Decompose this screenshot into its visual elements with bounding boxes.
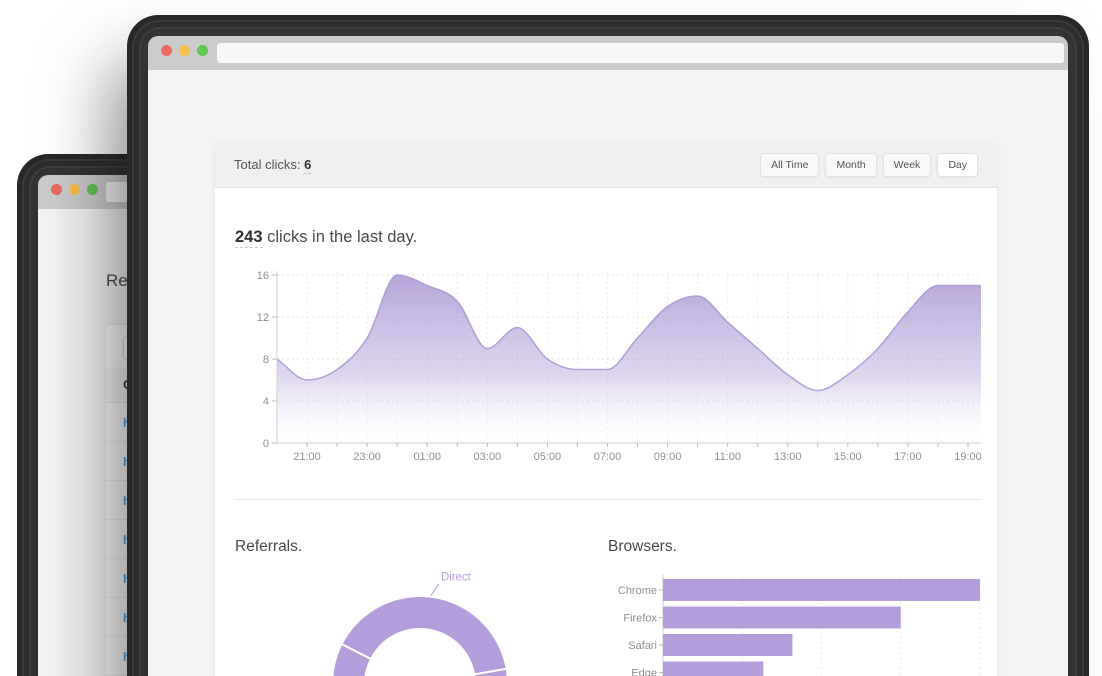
zoom-window-button[interactable]	[87, 184, 98, 195]
referrals-section-title: Referrals.	[235, 538, 302, 556]
section-divider	[235, 499, 981, 500]
total-clicks: Total clicks: 6	[234, 157, 311, 172]
close-window-button[interactable]	[161, 45, 172, 56]
total-clicks-value: 6	[304, 157, 311, 174]
main-window-titlebar	[148, 36, 1068, 70]
y-axis-label: 0	[263, 438, 269, 450]
bar-safari	[663, 634, 792, 656]
bar-label: Safari	[628, 640, 657, 652]
x-axis-label: 07:00	[594, 451, 622, 463]
x-axis-label: 09:00	[654, 451, 682, 463]
x-axis-label: 03:00	[474, 451, 502, 463]
range-button-month[interactable]: Month	[825, 153, 876, 177]
close-window-button[interactable]	[51, 184, 62, 195]
x-axis-label: 01:00	[413, 451, 441, 463]
range-button-week[interactable]: Week	[883, 153, 932, 177]
x-axis-label: 23:00	[353, 451, 381, 463]
x-axis-label: 13:00	[774, 451, 802, 463]
bar-firefox	[663, 607, 901, 629]
bar-label: Edge	[631, 668, 657, 676]
range-button-day[interactable]: Day	[937, 153, 978, 177]
minimize-window-button[interactable]	[179, 45, 190, 56]
clicks-count: 243	[235, 228, 263, 248]
y-axis-label: 16	[257, 270, 269, 282]
donut-ring	[349, 613, 492, 676]
browsers-bar-chart: ChromeFirefoxSafariEdgeOther	[600, 569, 995, 676]
zoom-window-button[interactable]	[197, 45, 208, 56]
minimize-window-button[interactable]	[69, 184, 80, 195]
main-window-content: Total clicks: 6 All TimeMonth WeekDay 243…	[148, 70, 1068, 676]
browsers-section-title: Browsers.	[608, 538, 677, 556]
bar-label: Firefox	[623, 613, 657, 625]
screenshot-stage: Recen Origi https:https:https:https:http…	[0, 0, 1102, 676]
stats-card-header: Total clicks: 6 All TimeMonth WeekDay	[215, 142, 997, 188]
url-bar[interactable]	[217, 43, 1064, 63]
bar-chrome	[663, 579, 980, 601]
time-range-buttons: All TimeMonth WeekDay	[760, 153, 978, 177]
referrals-donut-chart: Direct	[300, 569, 540, 676]
traffic-light-buttons	[161, 45, 208, 56]
clicks-headline: 243 clicks in the last day.	[235, 228, 417, 247]
label-leader-line	[431, 584, 439, 596]
y-axis-label: 12	[257, 312, 269, 324]
y-axis-label: 8	[263, 354, 269, 366]
bar-edge	[663, 662, 763, 676]
range-button-all-time[interactable]: All Time	[760, 153, 819, 177]
clicks-headline-text: clicks in the last day.	[263, 228, 418, 246]
bar-label: Chrome	[618, 585, 657, 597]
x-axis-label: 17:00	[894, 451, 922, 463]
x-axis-label: 15:00	[834, 451, 862, 463]
traffic-light-buttons	[51, 184, 98, 195]
slice-label-direct: Direct	[441, 572, 472, 584]
total-clicks-label: Total clicks:	[234, 157, 300, 172]
x-axis-label: 05:00	[534, 451, 562, 463]
main-browser-window: Total clicks: 6 All TimeMonth WeekDay 243…	[148, 36, 1068, 676]
x-axis-label: 19:00	[954, 451, 982, 463]
x-axis-label: 11:00	[714, 451, 741, 463]
y-axis-label: 4	[263, 396, 269, 408]
clicks-area-chart: 0 4 8 12 16 21:00 23:00 01:00 03:00 05:00 07:00 09:…	[255, 269, 995, 467]
x-axis-label: 21:00	[293, 451, 321, 463]
stats-card: Total clicks: 6 All TimeMonth WeekDay 243…	[215, 142, 997, 676]
